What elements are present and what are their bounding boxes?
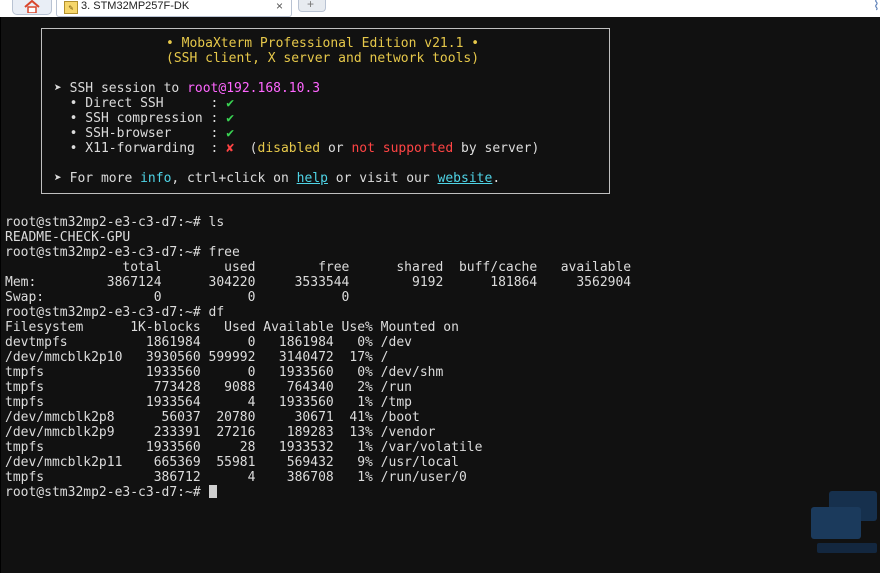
terminal-line: README-CHECK-GPU: [5, 230, 131, 245]
terminal-window[interactable]: • MobaXterm Professional Edition v21.1 •…: [0, 17, 890, 573]
feature-label: • X11-forwarding :: [54, 141, 227, 156]
terminal-line: /dev/mmcblk2p10 3930560 599992 3140472 1…: [5, 350, 389, 365]
feature-label: • SSH-browser :: [54, 126, 227, 141]
feature-ssh-compression: • SSH compression : ✔: [54, 111, 234, 126]
x11-note-open: (: [234, 141, 258, 156]
terminal-line: /dev/mmcblk2p11 665369 55981 569432 9% /…: [5, 455, 459, 470]
scrollbar[interactable]: [880, 17, 890, 573]
terminal-line: tmpfs 773428 9088 764340 2% /run: [5, 380, 412, 395]
welcome-banner: • MobaXterm Professional Edition v21.1 •…: [41, 28, 610, 194]
more-mid2: or visit our: [327, 171, 438, 186]
feature-direct-ssh: • Direct SSH : ✔: [54, 96, 234, 111]
ssh-session-line: ➤ SSH session to root@192.168.10.3: [54, 81, 320, 96]
x11-or: or: [320, 141, 352, 156]
feature-ssh-browser: • SSH-browser : ✔: [54, 126, 234, 141]
banner-tagline: (SSH client, X server and network tools): [166, 51, 480, 66]
new-tab-button[interactable]: +: [298, 0, 326, 12]
terminal-line: Swap: 0 0 0: [5, 290, 350, 305]
check-icon: ✔: [226, 126, 235, 141]
terminal-line: root@stm32mp2-e3-c3-d7:~# df: [5, 305, 225, 320]
ssh-session-prefix: ➤ SSH session to: [54, 81, 188, 96]
tab-bar: ✎ 3. STM32MP257F-DK × + ⌇: [0, 0, 890, 17]
home-tab[interactable]: [12, 0, 52, 15]
info-link[interactable]: info: [140, 171, 171, 186]
more-info-line: ➤ For more info, ctrl+click on help or v…: [54, 171, 500, 186]
terminal-line: /dev/mmcblk2p8 56037 20780 30671 41% /bo…: [5, 410, 420, 425]
terminal-line: tmpfs 386712 4 386708 1% /run/user/0: [5, 470, 467, 485]
check-icon: ✔: [226, 111, 235, 126]
terminal-line: Mem: 3867124 304220 3533544 9192 181864 …: [5, 275, 632, 290]
ssh-host: root@192.168.10.3: [187, 81, 321, 96]
shell-prompt: root@stm32mp2-e3-c3-d7:~#: [5, 485, 209, 500]
session-icon: ✎: [64, 1, 78, 14]
feature-x11-forwarding: • X11-forwarding : ✘ (disabled or not su…: [54, 141, 540, 156]
text-cursor: [208, 485, 217, 498]
more-end: .: [492, 171, 501, 186]
check-icon: ✔: [226, 96, 235, 111]
terminal-line: Filesystem 1K-blocks Used Available Use%…: [5, 320, 459, 335]
cross-icon: ✘: [226, 141, 235, 156]
terminal-content[interactable]: • MobaXterm Professional Edition v21.1 •…: [1, 17, 880, 573]
x11-by-server: by server): [453, 141, 540, 156]
watermark-logo-icon: [811, 491, 877, 553]
prompt-line[interactable]: root@stm32mp2-e3-c3-d7:~#: [5, 485, 217, 500]
attach-icon[interactable]: ⌇: [873, 0, 880, 14]
tab-session[interactable]: ✎ 3. STM32MP257F-DK ×: [56, 0, 292, 17]
website-link[interactable]: website: [438, 171, 493, 186]
tab-session-label: 3. STM32MP257F-DK: [81, 0, 190, 12]
home-icon: [24, 0, 40, 13]
terminal-line: tmpfs 1933560 0 1933560 0% /dev/shm: [5, 365, 444, 380]
terminal-line: devtmpfs 1861984 0 1861984 0% /dev: [5, 335, 412, 350]
feature-label: • Direct SSH :: [54, 96, 227, 111]
close-icon[interactable]: ×: [276, 0, 283, 13]
more-mid: , ctrl+click on: [171, 171, 297, 186]
terminal-line: total used free shared buff/cache availa…: [5, 260, 632, 275]
new-tab-icon: +: [307, 0, 315, 11]
x11-not-supported: not supported: [351, 141, 454, 156]
more-prefix: ➤ For more: [54, 171, 141, 186]
terminal-line: tmpfs 1933560 28 1933532 1% /var/volatil…: [5, 440, 483, 455]
terminal-line: /dev/mmcblk2p9 233391 27216 189283 13% /…: [5, 425, 436, 440]
terminal-line: tmpfs 1933564 4 1933560 1% /tmp: [5, 395, 412, 410]
feature-label: • SSH compression :: [54, 111, 227, 126]
help-link[interactable]: help: [297, 171, 328, 186]
terminal-line: root@stm32mp2-e3-c3-d7:~# free: [5, 245, 240, 260]
x11-disabled: disabled: [257, 141, 321, 156]
banner-edition: • MobaXterm Professional Edition v21.1 •: [166, 36, 480, 51]
terminal-line: root@stm32mp2-e3-c3-d7:~# ls: [5, 215, 225, 230]
